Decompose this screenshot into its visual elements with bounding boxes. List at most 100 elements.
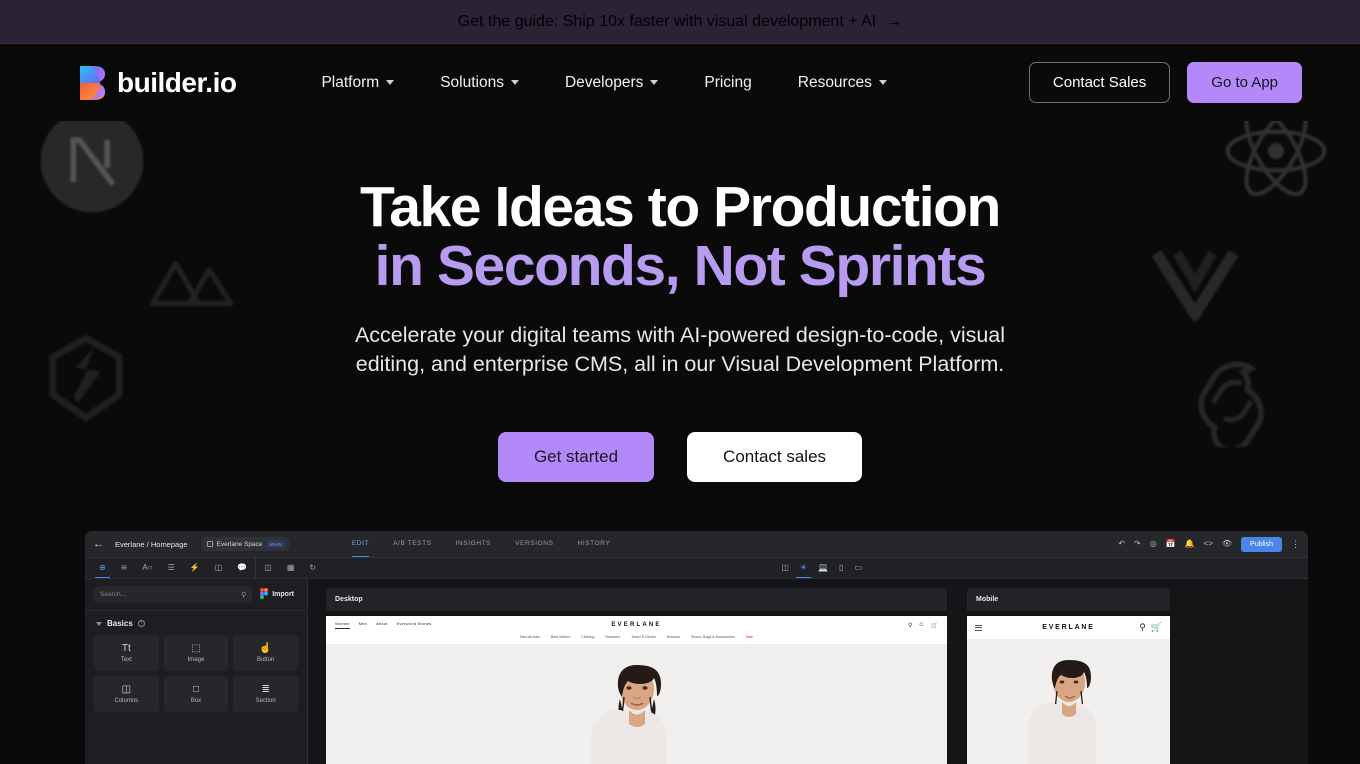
sub-link-sale[interactable]: Sale [746, 635, 753, 639]
mobile-hero-image [967, 640, 1170, 764]
tile-label: Text [120, 656, 132, 663]
sub-link-clothing[interactable]: Clothing [581, 635, 594, 639]
site-subnav: New Arrivals Best Sellers Clothing Sweat… [326, 632, 947, 645]
tile-button[interactable]: ☝ Button [233, 635, 298, 671]
responsive-icon[interactable]: ☀ [795, 564, 812, 578]
nav-item-resources[interactable]: Resources [775, 66, 910, 100]
builder-logo[interactable]: builder.io [78, 65, 237, 101]
comment-icon[interactable]: 💬 [237, 564, 247, 572]
nav-item-pricing[interactable]: Pricing [681, 66, 774, 100]
site-brand: EVERLANE [1042, 624, 1095, 631]
panel-header: ⚲ Import [85, 579, 307, 611]
chevron-down-icon [510, 80, 519, 85]
search-input[interactable] [100, 591, 238, 598]
box-icon: □ [192, 683, 200, 695]
nav-item-platform[interactable]: Platform [298, 66, 417, 100]
contact-sales-button[interactable]: Contact Sales [1028, 62, 1171, 103]
tab-edit[interactable]: EDIT [351, 531, 370, 557]
desktop-icon[interactable]: 💻 [818, 564, 828, 572]
nav-item-label: Developers [564, 73, 644, 91]
tab-history[interactable]: HISTORY [578, 531, 611, 557]
split-view-icon[interactable]: ◫ [781, 564, 789, 572]
tile-columns[interactable]: ◫ Columns [94, 676, 159, 712]
more-options-icon[interactable]: ⋮ [1291, 539, 1300, 548]
add-circle-icon[interactable]: ⊕ [95, 564, 110, 578]
sub-link-new-arrivals[interactable]: New Arrivals [520, 635, 540, 639]
code-icon[interactable]: <> [1204, 540, 1213, 548]
nav-item-label: Resources [797, 73, 872, 91]
refresh-icon[interactable]: ↻ [309, 564, 316, 572]
get-started-button[interactable]: Get started [497, 432, 655, 483]
main-navigation: builder.io Platform Solutions Developers… [0, 44, 1360, 121]
eye-icon[interactable]: 👁 [1222, 540, 1232, 548]
account-icon[interactable]: ☺ [918, 622, 924, 629]
target-icon[interactable]: ◎ [1150, 540, 1157, 548]
nav-item-label: Solutions [440, 73, 504, 91]
nav-item-developers[interactable]: Developers [542, 66, 681, 100]
grid-icon[interactable]: ▦ [287, 564, 295, 572]
desktop-frame-header[interactable]: Desktop [326, 588, 947, 611]
go-to-app-button[interactable]: Go to App [1187, 62, 1302, 103]
layers-icon[interactable]: ☰ [168, 564, 175, 572]
columns-icon[interactable]: ◫ [264, 564, 272, 572]
builder-app-screenshot: ← Everlane / Homepage Everlane Space MAI… [85, 531, 1308, 764]
space-name: Everlane Space [216, 540, 263, 548]
tile-box[interactable]: □ Box [163, 676, 229, 712]
mobile-frame: Mobile EVERLANE ⚲ 🛒 [967, 588, 1170, 764]
help-icon[interactable]: ? [137, 620, 145, 627]
sub-link-sweaters[interactable]: Sweaters [605, 635, 620, 639]
section-icon: ≣ [261, 683, 270, 695]
sub-link-best-sellers[interactable]: Best Sellers [551, 635, 570, 639]
hero-section: Take Ideas to Production in Seconds, Not… [0, 121, 1360, 522]
search-box[interactable]: ⚲ [94, 586, 253, 603]
tile-image[interactable]: ⬚ Image [163, 635, 229, 671]
undo-icon[interactable]: ↶ [1118, 540, 1125, 548]
redo-icon[interactable]: ↷ [1134, 540, 1141, 548]
basics-section-header[interactable]: Basics ? [85, 611, 307, 633]
nav-actions: Contact Sales Go to App [1028, 62, 1302, 103]
banner-text: Get the guide: Ship 10x faster with visu… [457, 12, 877, 30]
tab-ab-tests[interactable]: A/B TESTS [393, 531, 432, 557]
bell-icon[interactable]: 🔔 [1185, 540, 1195, 548]
calendar-icon[interactable]: 📅 [1166, 540, 1176, 548]
shuffle-icon[interactable]: ≊ [121, 564, 128, 572]
tab-versions[interactable]: VERSIONS [515, 531, 553, 557]
text-style-icon[interactable]: A○ [142, 564, 152, 572]
sub-link-dresses[interactable]: Dresses [667, 635, 680, 639]
cart-icon[interactable]: 🛒 [931, 622, 938, 629]
builder-logo-text: builder.io [117, 66, 237, 98]
image-icon: ⬚ [191, 642, 201, 654]
sub-link-shoes-bags[interactable]: Shoes, Bags & Accessories [691, 635, 735, 639]
lightning-icon[interactable]: ⚡ [190, 564, 200, 572]
sub-link-jeans-denim[interactable]: Jeans & Denim [631, 635, 655, 639]
tile-label: Columns [114, 697, 139, 704]
announcement-banner[interactable]: Get the guide: Ship 10x faster with visu… [0, 0, 1360, 44]
search-icon[interactable]: ⚲ [908, 622, 912, 629]
figma-icon [260, 588, 269, 601]
tablet-icon[interactable]: ▯ [839, 564, 843, 572]
editor-canvas[interactable]: Desktop Women Men About Everworld Storie… [308, 579, 1308, 764]
layout-tools-group: ◫ ▦ ↻ [256, 564, 324, 572]
site-nav: Women Men About Everworld Stories EVERLA… [326, 616, 947, 632]
database-icon[interactable]: ◫ [215, 564, 223, 572]
nav-item-label: Pricing [704, 73, 752, 91]
tile-text[interactable]: Tt Text [94, 635, 159, 671]
component-tile-grid: Tt Text ⬚ Image ☝ Button ◫ Columns □ Box… [85, 633, 307, 721]
breadcrumb[interactable]: Everlane / Homepage [115, 540, 188, 549]
space-selector[interactable]: Everlane Space MAIN [201, 537, 290, 551]
mobile-icon[interactable]: ▭ [854, 564, 862, 572]
publish-button[interactable]: Publish [1241, 536, 1282, 552]
mobile-frame-header[interactable]: Mobile [967, 588, 1170, 611]
app-tabs: EDIT A/B TESTS INSIGHTS VERSIONS HISTORY [351, 531, 611, 557]
tab-insights[interactable]: INSIGHTS [456, 531, 492, 557]
nav-item-solutions[interactable]: Solutions [417, 66, 542, 100]
desktop-site-preview[interactable]: Women Men About Everworld Stories EVERLA… [326, 616, 947, 764]
tile-section[interactable]: ≣ Section [233, 676, 298, 712]
mobile-site-preview[interactable]: EVERLANE ⚲ 🛒 [967, 616, 1170, 764]
contact-sales-cta-button[interactable]: Contact sales [687, 432, 863, 483]
back-arrow-icon[interactable]: ← [93, 538, 104, 550]
chevron-down-icon [878, 80, 887, 85]
figma-import-button[interactable]: Import [260, 588, 298, 601]
tile-label: Button [256, 656, 275, 663]
chevron-down-icon [386, 80, 395, 85]
